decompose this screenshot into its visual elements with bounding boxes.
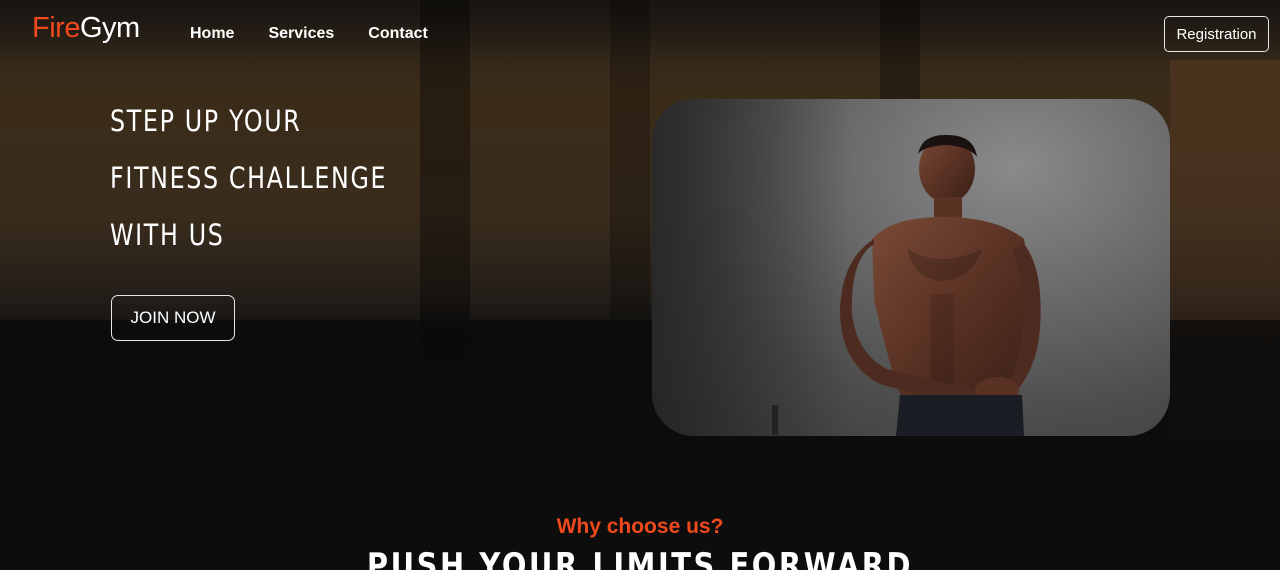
athlete-figure	[840, 134, 1041, 436]
nav-links: Home Services Contact	[190, 25, 428, 43]
why-heading: PUSH YOUR LIMITS FORWARD	[366, 546, 914, 570]
gym-equipment	[772, 405, 778, 435]
navbar: FireGym Home Services Contact Registrati…	[0, 0, 1280, 68]
nav-link-contact[interactable]: Contact	[368, 25, 428, 43]
headline-line: FITNESS CHALLENGE	[110, 161, 388, 195]
headline-line: STEP UP YOUR	[110, 104, 302, 138]
why-label: Why choose us?	[556, 515, 724, 538]
logo[interactable]: FireGym	[32, 12, 140, 45]
registration-button[interactable]: Registration	[1164, 16, 1269, 52]
logo-fire-text: Fire	[32, 12, 80, 44]
logo-gym-text: Gym	[79, 12, 140, 44]
nav-link-services[interactable]: Services	[268, 25, 334, 43]
hero-image	[652, 99, 1170, 436]
join-now-button[interactable]: JOIN NOW	[111, 295, 235, 341]
why-choose-us-section: Why choose us? PUSH YOUR LIMITS FORWARD	[0, 466, 1280, 570]
hero-headline: STEP UP YOUR FITNESS CHALLENGE WITH US	[110, 93, 454, 264]
nav-link-home[interactable]: Home	[190, 25, 234, 43]
headline-line: WITH US	[110, 218, 225, 252]
